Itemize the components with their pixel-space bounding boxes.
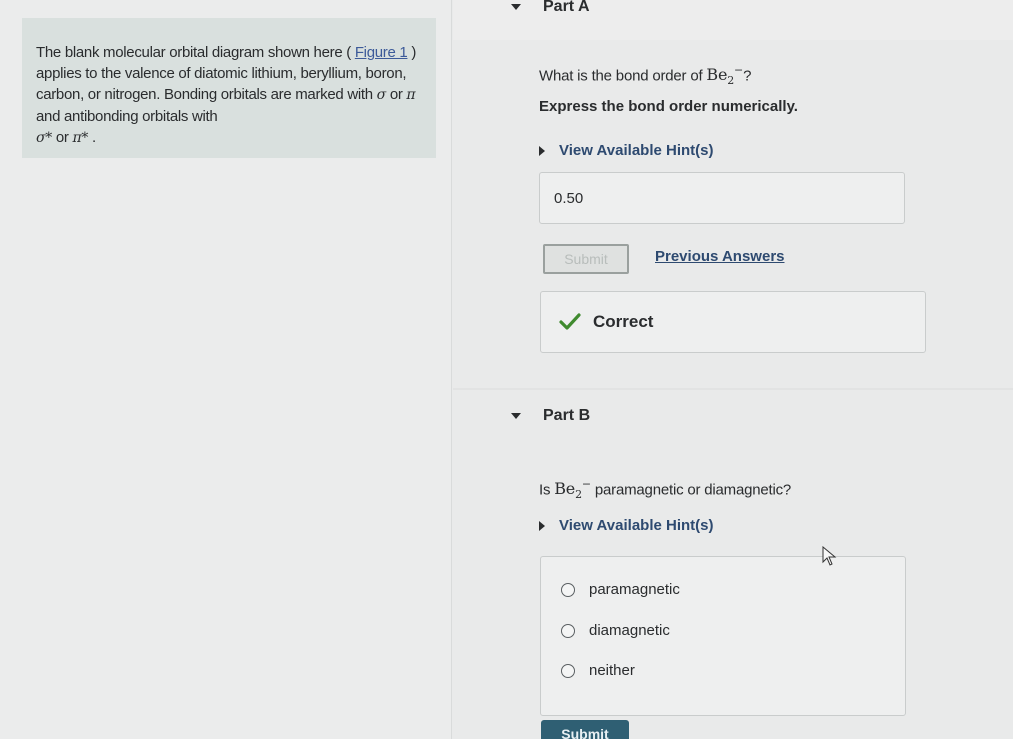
- part-b-species-sup: −: [581, 478, 591, 491]
- intro-or-2: or: [55, 129, 73, 146]
- intro-period: .: [91, 129, 96, 146]
- intro-panel: The blank molecular orbital diagram show…: [22, 18, 436, 158]
- pi-symbol: π: [406, 87, 416, 103]
- option-neither[interactable]: neither: [561, 662, 635, 679]
- check-icon: [559, 313, 581, 330]
- part-b-header[interactable]: Part B: [511, 407, 590, 425]
- option-paramagnetic[interactable]: paramagnetic: [561, 581, 680, 598]
- part-a-question-suffix: ?: [743, 67, 752, 85]
- option-diamagnetic[interactable]: diamagnetic: [561, 622, 670, 639]
- part-a-header[interactable]: Part A: [511, 0, 590, 16]
- right-column: Part A What is the bond order of Be2−? E…: [453, 0, 1013, 739]
- left-column: The blank molecular orbital diagram show…: [0, 0, 452, 739]
- part-b-title: Part B: [543, 407, 591, 424]
- caret-right-icon: [539, 145, 545, 156]
- radio-icon[interactable]: [561, 623, 575, 638]
- part-b-hint-label: View Available Hint(s): [559, 517, 714, 534]
- part-a-title: Part A: [543, 0, 590, 15]
- caret-down-icon: [511, 413, 521, 419]
- part-a-species: Be2−: [706, 64, 744, 88]
- figure-link[interactable]: Figure 1: [355, 44, 408, 61]
- part-b-species-base: Be: [554, 479, 576, 499]
- part-b-species: Be2−: [554, 478, 591, 502]
- sigma-star-symbol: σ*: [36, 130, 52, 146]
- caret-down-icon: [511, 4, 521, 10]
- radio-icon[interactable]: [561, 663, 575, 678]
- part-b-question-prefix: Is: [539, 481, 555, 499]
- intro-or-1: or: [389, 86, 407, 103]
- section-divider: [453, 388, 1013, 390]
- part-a-species-base: Be: [706, 65, 728, 85]
- part-a-instruction: Express the bond order numerically.: [539, 98, 798, 115]
- intro-text-1: The blank molecular orbital diagram show…: [36, 44, 351, 61]
- intro-text-3: and antibonding orbitals with: [36, 108, 218, 125]
- part-b-question: Is Be2− paramagnetic or diamagnetic?: [539, 478, 791, 502]
- part-b-submit-button[interactable]: Submit: [541, 720, 629, 739]
- mouse-cursor-icon: [822, 546, 837, 566]
- caret-right-icon: [539, 520, 545, 531]
- part-a-answer-field[interactable]: 0.50: [539, 172, 905, 224]
- part-a-submit-button[interactable]: Submit: [543, 244, 629, 274]
- part-a-question-prefix: What is the bond order of: [539, 67, 707, 85]
- part-a-feedback: Correct: [540, 291, 926, 353]
- part-b-question-suffix: paramagnetic or diamagnetic?: [590, 481, 792, 499]
- option-label: diamagnetic: [589, 622, 670, 639]
- option-label: paramagnetic: [589, 581, 680, 598]
- pi-star-symbol: π*: [72, 130, 89, 146]
- option-label: neither: [589, 662, 635, 679]
- part-b-species-sub: 2: [575, 488, 582, 502]
- sigma-symbol: σ: [376, 87, 387, 103]
- feedback-text: Correct: [593, 312, 654, 331]
- previous-answers-link[interactable]: Previous Answers: [655, 248, 785, 265]
- part-a-hint-label: View Available Hint(s): [559, 142, 714, 159]
- part-b-options: paramagnetic diamagnetic neither: [540, 556, 906, 716]
- part-a-answer-value: 0.50: [554, 189, 584, 207]
- part-b-hint-toggle[interactable]: View Available Hint(s): [539, 517, 714, 534]
- part-a-question: What is the bond order of Be2−?: [539, 64, 751, 88]
- radio-icon[interactable]: [561, 582, 575, 597]
- part-a-species-sup: −: [734, 64, 744, 77]
- part-a-hint-toggle[interactable]: View Available Hint(s): [539, 142, 714, 159]
